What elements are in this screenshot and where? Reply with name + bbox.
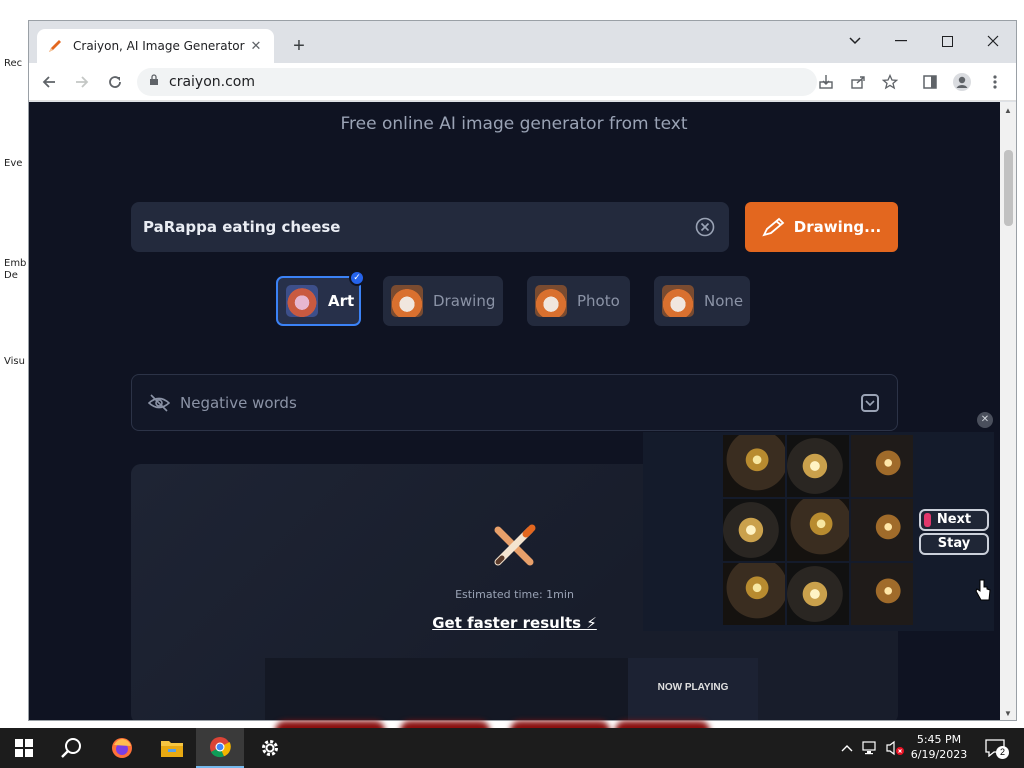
- desktop-icon-label[interactable]: Rec: [4, 58, 30, 69]
- now-playing-badge[interactable]: NOW PLAYING: [628, 658, 758, 720]
- file-explorer-icon[interactable]: [148, 728, 196, 768]
- firework-image[interactable]: [851, 499, 913, 561]
- fox-thumbnail: [391, 285, 423, 317]
- pencil-icon: [762, 217, 786, 237]
- close-window-button[interactable]: [970, 27, 1016, 55]
- fox-thumbnail: [662, 285, 694, 317]
- style-label: Photo: [577, 292, 620, 310]
- brush-pencil-icon: [490, 522, 538, 575]
- new-tab-button[interactable]: +: [287, 35, 311, 59]
- scrollbar-thumb[interactable]: [1004, 150, 1013, 226]
- close-video-icon[interactable]: ✕: [977, 412, 993, 428]
- clock-time: 5:45 PM: [916, 733, 962, 746]
- firework-image[interactable]: [787, 499, 849, 561]
- firework-image[interactable]: [723, 435, 785, 497]
- negative-words-label: Negative words: [180, 393, 297, 412]
- style-option-art[interactable]: Art ✓: [276, 270, 365, 326]
- profile-avatar-icon[interactable]: [952, 72, 972, 92]
- firefox-icon[interactable]: [98, 728, 146, 768]
- firework-image[interactable]: [787, 435, 849, 497]
- style-option-none[interactable]: None: [654, 276, 750, 326]
- url-text[interactable]: craiyon.com: [169, 74, 255, 90]
- desktop-icon-label[interactable]: Emb De: [4, 258, 30, 282]
- tab-bar: Craiyon, AI Image Generator ✕ +: [29, 21, 1016, 63]
- firework-image[interactable]: [851, 563, 913, 625]
- forward-button[interactable]: [70, 70, 94, 94]
- firework-image-grid[interactable]: [723, 435, 915, 625]
- stay-label: Stay: [937, 536, 971, 551]
- address-bar[interactable]: craiyon.com: [137, 68, 817, 96]
- share-icon[interactable]: [848, 72, 868, 92]
- style-option-drawing[interactable]: Drawing: [383, 276, 503, 326]
- style-option-photo[interactable]: Photo: [527, 276, 630, 326]
- next-label: Next: [936, 512, 972, 527]
- side-panel-icon[interactable]: [920, 72, 940, 92]
- hand-cursor-icon: [974, 578, 992, 607]
- prompt-text[interactable]: PaRappa eating cheese: [143, 218, 340, 236]
- progress-indicator: [924, 513, 931, 527]
- bookmark-star-icon[interactable]: [880, 72, 900, 92]
- tab-craiyon[interactable]: Craiyon, AI Image Generator ✕: [37, 29, 274, 63]
- style-label: None: [704, 292, 744, 310]
- minimize-button[interactable]: [878, 27, 924, 55]
- chevron-up-icon[interactable]: [838, 728, 856, 768]
- tab-search-icon[interactable]: [832, 27, 878, 55]
- desktop-icon-label[interactable]: Visu: [4, 356, 30, 367]
- chevron-down-icon[interactable]: [861, 394, 879, 412]
- settings-gear-icon[interactable]: [246, 728, 294, 768]
- draw-button[interactable]: Drawing...: [745, 202, 898, 252]
- firework-image[interactable]: [787, 563, 849, 625]
- browser-toolbar: craiyon.com: [29, 63, 1016, 101]
- style-label: Art: [328, 292, 355, 310]
- scroll-down-icon[interactable]: ▼: [1004, 709, 1012, 718]
- firework-image[interactable]: [851, 435, 913, 497]
- kebab-menu-icon[interactable]: [985, 72, 1005, 92]
- tab-title: Craiyon, AI Image Generator: [73, 39, 245, 53]
- system-clock[interactable]: 5:45 PM 6/19/2023: [906, 732, 972, 762]
- scroll-up-icon[interactable]: ▲: [1004, 106, 1012, 115]
- negative-words-field[interactable]: Negative words: [131, 374, 898, 431]
- start-button[interactable]: [0, 728, 48, 768]
- eye-off-icon: [148, 393, 170, 412]
- firework-image[interactable]: [723, 499, 785, 561]
- next-button[interactable]: Next: [919, 509, 989, 531]
- back-button[interactable]: [37, 70, 61, 94]
- desktop-icon-label[interactable]: Eve: [4, 158, 30, 169]
- stay-button[interactable]: Stay: [919, 533, 989, 555]
- style-label: Drawing: [433, 292, 496, 310]
- pencil-icon: [47, 38, 63, 54]
- notification-badge: 2: [996, 746, 1009, 759]
- checkmark-icon: ✓: [349, 270, 365, 286]
- page-subtitle: Free online AI image generator from text: [340, 114, 688, 134]
- chrome-icon[interactable]: [196, 728, 244, 768]
- lock-icon[interactable]: [149, 73, 159, 91]
- install-icon[interactable]: [816, 72, 836, 92]
- art-style-thumbnail: [286, 285, 318, 317]
- close-tab-icon[interactable]: ✕: [248, 38, 264, 54]
- notification-icon[interactable]: 2: [980, 728, 1010, 768]
- scrollbar[interactable]: ▲ ▼: [1000, 102, 1016, 720]
- maximize-button[interactable]: [924, 27, 970, 55]
- clock-date: 6/19/2023: [910, 748, 968, 761]
- prompt-input[interactable]: PaRappa eating cheese: [131, 202, 729, 252]
- reload-button[interactable]: [103, 70, 127, 94]
- windows-taskbar: 5:45 PM 6/19/2023 2: [0, 728, 1024, 768]
- ad-placeholder: [265, 658, 628, 720]
- network-icon[interactable]: [860, 728, 882, 768]
- draw-button-label: Drawing...: [793, 218, 882, 236]
- volume-muted-icon[interactable]: [884, 728, 906, 768]
- firework-image[interactable]: [723, 563, 785, 625]
- desktop: Rec Eve Emb De Visu: [0, 0, 30, 728]
- video-overlay: Next Stay: [643, 432, 994, 631]
- clear-input-icon[interactable]: [695, 217, 715, 237]
- fox-thumbnail: [535, 285, 567, 317]
- search-icon[interactable]: [48, 728, 96, 768]
